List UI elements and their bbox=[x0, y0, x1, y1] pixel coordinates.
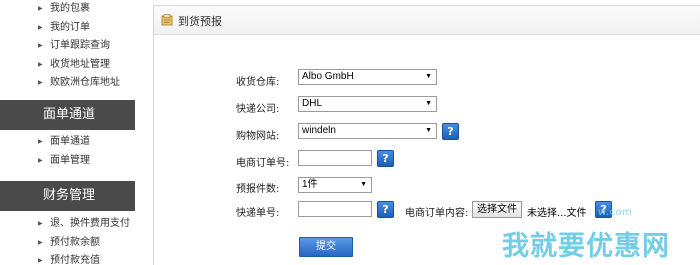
sidebar-section-header-waybill: 面单通道 bbox=[0, 100, 135, 130]
order-number-help-button[interactable]: ? bbox=[377, 150, 394, 167]
caret-right-icon: ▶ bbox=[38, 5, 43, 12]
sidebar-item-label: 我的包裹 bbox=[50, 3, 90, 14]
shop-help-button[interactable]: ? bbox=[442, 123, 459, 140]
sidebar-item-label: 面单管理 bbox=[50, 154, 90, 166]
caret-right-icon: ▶ bbox=[38, 23, 43, 31]
sidebar-item-my-packages[interactable]: ▶ 我的包裹 bbox=[0, 0, 135, 19]
sidebar-item-order-tracking[interactable]: ▶ 订单跟踪查询 bbox=[0, 37, 135, 56]
courier-select[interactable]: DHL ▼ bbox=[298, 96, 437, 112]
caret-right-icon: ▶ bbox=[38, 42, 43, 49]
order-content-label: 电商订单内容: bbox=[405, 208, 469, 219]
sidebar-item-label: 败欧洲仓库地址 bbox=[50, 77, 120, 88]
warehouse-label: 收货仓库: bbox=[236, 77, 280, 88]
document-box-icon bbox=[161, 14, 173, 26]
pieces-select-value: 1件 bbox=[302, 179, 318, 190]
caret-right-icon: ▶ bbox=[38, 79, 43, 86]
warehouse-select-value: Albo GmbH bbox=[302, 71, 354, 82]
sidebar-item-address-management[interactable]: ▶ 收货地址管理 bbox=[0, 56, 135, 75]
courier-label: 快递公司: bbox=[236, 104, 280, 115]
sidebar-item-prepaid-balance[interactable]: ▶ 预付款余额 bbox=[0, 234, 135, 253]
sidebar-item-label: 退、换件费用支付 bbox=[50, 218, 130, 229]
watermark-text: 我就要优惠网 bbox=[502, 231, 670, 262]
sidebar-item-waybill-channel[interactable]: ▶ 面单通道 bbox=[0, 133, 135, 152]
sidebar-group-account: ▶ 我的包裹 ▶ 我的订单 ▶ 订单跟踪查询 ▶ 收货地址管理 ▶ 败欧洲仓库地址 bbox=[0, 0, 135, 93]
sidebar-item-label: 面单通道 bbox=[50, 136, 90, 147]
dropdown-arrow-icon: ▼ bbox=[360, 181, 367, 188]
caret-right-icon: ▶ bbox=[38, 257, 43, 264]
shop-select-value: windeln bbox=[302, 125, 336, 136]
file-status-text: 未选择...文件 bbox=[527, 208, 587, 219]
sidebar-item-waybill-management[interactable]: ▶ 面单管理 bbox=[0, 152, 135, 171]
panel-header: 到货预报 bbox=[154, 6, 700, 35]
courier-select-value: DHL bbox=[302, 98, 323, 109]
panel-title: 到货预报 bbox=[178, 15, 222, 28]
sidebar-item-label: 收货地址管理 bbox=[50, 58, 110, 70]
choose-file-button[interactable]: 选择文件 bbox=[472, 201, 522, 218]
sidebar-group-waybill: ▶ 面单通道 ▶ 面单管理 bbox=[0, 133, 135, 170]
caret-right-icon: ▶ bbox=[38, 156, 43, 164]
sidebar-item-label: 订单跟踪查询 bbox=[50, 40, 110, 51]
tracking-number-label: 快递单号: bbox=[236, 208, 280, 219]
sidebar-item-prepaid-recharge[interactable]: ▶ 预付款充值 bbox=[0, 252, 135, 265]
shop-select[interactable]: windeln ▼ bbox=[298, 123, 437, 139]
pieces-label: 预报件数: bbox=[236, 184, 280, 195]
sidebar-item-label: 预付款充值 bbox=[50, 255, 100, 265]
caret-right-icon: ▶ bbox=[38, 138, 43, 145]
caret-right-icon: ▶ bbox=[38, 238, 43, 246]
sidebar-item-eu-warehouse-address[interactable]: ▶ 败欧洲仓库地址 bbox=[0, 74, 135, 93]
sidebar-group-finance: ▶ 退、换件费用支付 ▶ 预付款余额 ▶ 预付款充值 bbox=[0, 215, 135, 265]
dropdown-arrow-icon: ▼ bbox=[425, 73, 432, 80]
order-number-input[interactable] bbox=[298, 150, 372, 166]
sidebar-item-return-fee-payment[interactable]: ▶ 退、换件费用支付 bbox=[0, 215, 135, 234]
caret-right-icon: ▶ bbox=[38, 220, 43, 227]
shop-label: 购物网站: bbox=[236, 131, 280, 142]
dropdown-arrow-icon: ▼ bbox=[425, 100, 432, 107]
dropdown-arrow-icon: ▼ bbox=[425, 127, 432, 134]
warehouse-select[interactable]: Albo GmbH ▼ bbox=[298, 69, 437, 85]
order-number-label: 电商订单号: bbox=[236, 158, 290, 169]
sidebar-section-header-finance: 财务管理 bbox=[0, 181, 135, 211]
sidebar-item-my-orders[interactable]: ▶ 我的订单 bbox=[0, 19, 135, 38]
caret-right-icon: ▶ bbox=[38, 60, 43, 68]
tracking-number-input[interactable] bbox=[298, 201, 372, 217]
pieces-select[interactable]: 1件 ▼ bbox=[298, 177, 372, 193]
sidebar: ▶ 我的包裹 ▶ 我的订单 ▶ 订单跟踪查询 ▶ 收货地址管理 ▶ 败欧洲仓库地址 面单通… bbox=[0, 0, 135, 265]
tracking-help-button[interactable]: ? bbox=[377, 201, 394, 218]
submit-button[interactable]: 提交 bbox=[299, 237, 353, 257]
sidebar-item-label: 预付款余额 bbox=[50, 236, 100, 248]
watermark-url: w.com bbox=[598, 207, 633, 218]
sidebar-item-label: 我的订单 bbox=[50, 21, 90, 33]
